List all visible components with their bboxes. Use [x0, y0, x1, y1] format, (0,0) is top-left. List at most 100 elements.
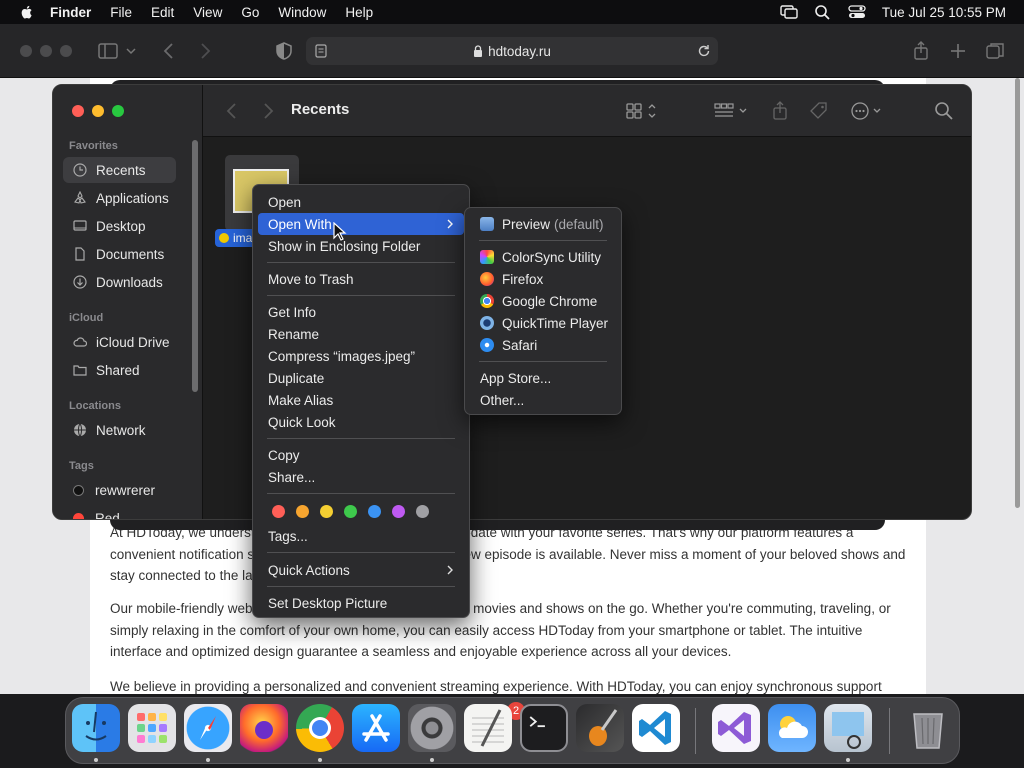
apple-logo-icon[interactable]	[18, 3, 36, 21]
close-button[interactable]	[72, 105, 84, 117]
submenu-item-other[interactable]: Other...	[470, 389, 616, 411]
menubar-clock[interactable]: Tue Jul 25 10:55 PM	[882, 5, 1006, 20]
zoom-button[interactable]	[112, 105, 124, 117]
menu-item-make-alias[interactable]: Make Alias	[258, 389, 464, 411]
menu-item-tags[interactable]: Tags...	[258, 525, 464, 547]
menu-item-open-with[interactable]: Open With	[258, 213, 464, 235]
dock-terminal-icon[interactable]	[520, 704, 568, 752]
submenu-item-preview[interactable]: Preview (default)	[470, 213, 616, 235]
tag-color-purple[interactable]	[392, 505, 405, 518]
back-arrow-icon[interactable]	[158, 40, 180, 62]
menu-file[interactable]: File	[110, 5, 132, 20]
submenu-item-app-store[interactable]: App Store...	[470, 367, 616, 389]
menu-item-set-desktop-picture[interactable]: Set Desktop Picture	[258, 592, 464, 614]
reload-icon[interactable]	[696, 43, 712, 59]
back-arrow-icon[interactable]	[223, 100, 241, 122]
menu-item-move-to-trash[interactable]: Move to Trash	[258, 268, 464, 290]
submenu-item-safari[interactable]: Safari	[470, 334, 616, 356]
sidebar-tag-item[interactable]: rewwrerer	[63, 477, 176, 503]
dock-firefox-icon[interactable]	[240, 704, 288, 752]
dock-visual-studio-icon[interactable]	[712, 704, 760, 752]
sidebar-item-documents[interactable]: Documents	[63, 241, 176, 267]
menu-item-copy[interactable]: Copy	[258, 444, 464, 466]
menu-item-duplicate[interactable]: Duplicate	[258, 367, 464, 389]
tag-color-yellow[interactable]	[320, 505, 333, 518]
menu-item-label: Safari	[502, 337, 538, 353]
menu-window[interactable]: Window	[278, 5, 326, 20]
menu-edit[interactable]: Edit	[151, 5, 174, 20]
sidebar-item-icloud-drive[interactable]: iCloud Drive	[63, 329, 176, 355]
menu-item-get-info[interactable]: Get Info	[258, 301, 464, 323]
spotlight-search-icon[interactable]	[814, 4, 832, 20]
menu-item-open[interactable]: Open	[258, 191, 464, 213]
submenu-item-colorsync[interactable]: ColorSync Utility	[470, 246, 616, 268]
search-icon[interactable]	[933, 100, 955, 122]
menu-item-quick-look[interactable]: Quick Look	[258, 411, 464, 433]
menu-item-rename[interactable]: Rename	[258, 323, 464, 345]
dock-app-store-icon[interactable]	[352, 704, 400, 752]
sidebar-item-recents[interactable]: Recents	[63, 157, 176, 183]
share-icon[interactable]	[769, 100, 791, 122]
minimize-button-inactive[interactable]	[40, 45, 52, 57]
dock-preview-icon[interactable]	[824, 704, 872, 752]
new-tab-icon[interactable]	[947, 40, 969, 62]
dock-launchpad-icon[interactable]	[128, 704, 176, 752]
menu-item-quick-actions[interactable]: Quick Actions	[258, 559, 464, 581]
tag-color-orange[interactable]	[296, 505, 309, 518]
menu-item-show-in-enclosing-folder[interactable]: Show in Enclosing Folder	[258, 235, 464, 257]
menu-help[interactable]: Help	[345, 5, 373, 20]
running-indicator	[206, 758, 210, 762]
tag-color-blue[interactable]	[368, 505, 381, 518]
submenu-item-quicktime[interactable]: QuickTime Player	[470, 312, 616, 334]
close-button-inactive[interactable]	[20, 45, 32, 57]
sidebar-scrollbar[interactable]	[192, 140, 198, 392]
submenu-item-chrome[interactable]: Google Chrome	[470, 290, 616, 312]
minimize-button[interactable]	[92, 105, 104, 117]
icon-view-toggle-icon[interactable]	[625, 100, 661, 122]
dock-textedit-icon[interactable]	[464, 704, 512, 752]
control-center-icon[interactable]	[848, 4, 866, 20]
dock-finder-icon[interactable]	[72, 704, 120, 752]
screen-mirroring-icon[interactable]	[780, 4, 798, 20]
forward-arrow-icon[interactable]	[194, 40, 216, 62]
tag-color-gray[interactable]	[416, 505, 429, 518]
tag-color-green[interactable]	[344, 505, 357, 518]
dock-chrome-icon[interactable]	[296, 704, 344, 752]
sidebar-item-shared[interactable]: Shared	[63, 357, 176, 383]
dock-safari-icon[interactable]	[184, 704, 232, 752]
sidebar-item-applications[interactable]: Applications	[63, 185, 176, 211]
address-bar[interactable]: hdtoday.ru	[306, 37, 718, 65]
page-scrollbar[interactable]	[1015, 78, 1020, 508]
tag-color-dot	[73, 484, 84, 496]
chevron-down-icon[interactable]	[124, 40, 138, 62]
clock-icon	[73, 163, 87, 177]
menu-app-name[interactable]: Finder	[50, 5, 91, 20]
menu-item-compress[interactable]: Compress “images.jpeg”	[258, 345, 464, 367]
sidebar-toggle-icon[interactable]	[97, 40, 119, 62]
forward-arrow-icon[interactable]	[259, 100, 277, 122]
sidebar-section-locations: Locations	[69, 400, 121, 412]
tab-overview-icon[interactable]	[984, 40, 1006, 62]
privacy-shield-icon[interactable]	[273, 40, 295, 62]
tag-icon[interactable]	[807, 100, 831, 122]
menu-go[interactable]: Go	[241, 5, 259, 20]
sidebar-item-downloads[interactable]: Downloads	[63, 269, 176, 295]
dock-system-settings-icon[interactable]	[408, 704, 456, 752]
dock-garageband-icon[interactable]	[576, 704, 624, 752]
tag-color-red[interactable]	[272, 505, 285, 518]
menu-item-share[interactable]: Share...	[258, 466, 464, 488]
sidebar-item-desktop[interactable]: Desktop	[63, 213, 176, 239]
share-icon[interactable]	[910, 40, 932, 62]
dock-weather-icon[interactable]	[768, 704, 816, 752]
paragraph: Our mobile-friendly website allows you t…	[110, 601, 891, 659]
dock-vscode-icon[interactable]	[632, 704, 680, 752]
zoom-button-inactive[interactable]	[60, 45, 72, 57]
action-menu-icon[interactable]	[849, 100, 887, 122]
group-by-icon[interactable]	[713, 100, 751, 122]
sidebar-tag-item[interactable]: Red	[63, 505, 176, 519]
menu-view[interactable]: View	[193, 5, 222, 20]
dock-trash-icon[interactable]	[904, 704, 952, 752]
submenu-item-firefox[interactable]: Firefox	[470, 268, 616, 290]
page-menu-icon[interactable]	[314, 44, 328, 58]
sidebar-item-network[interactable]: Network	[63, 417, 176, 443]
